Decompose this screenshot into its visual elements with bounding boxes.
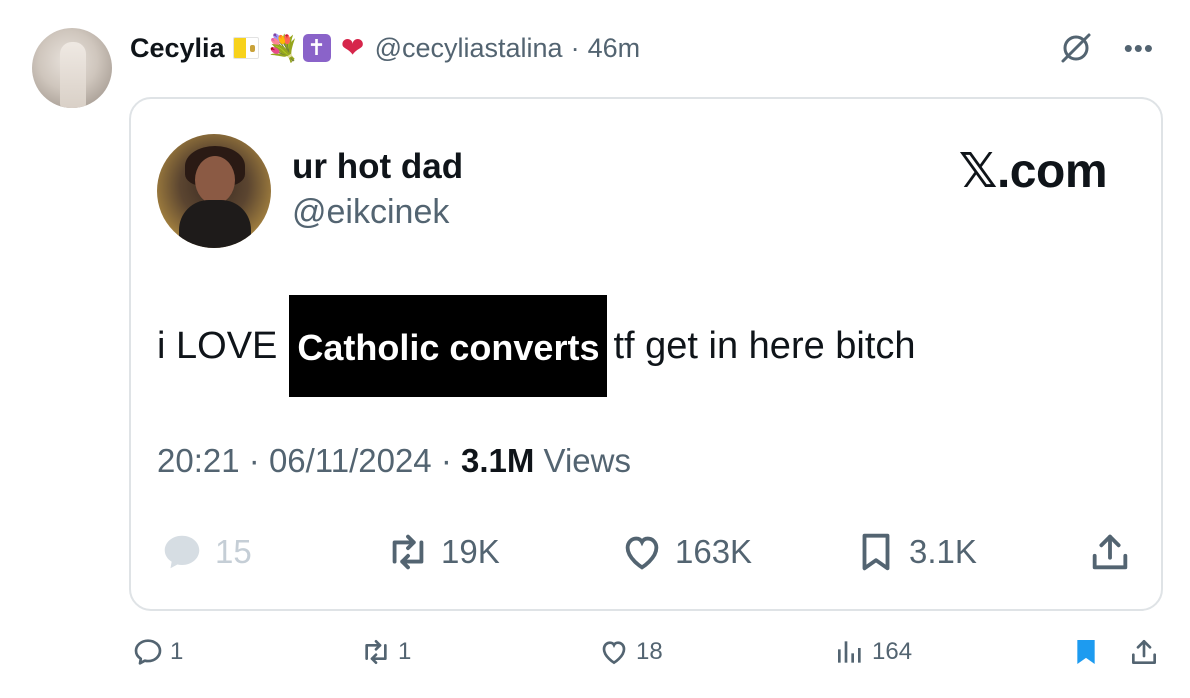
quoted-text-after: tf get in here bitch	[613, 324, 916, 367]
views-count: 164	[872, 638, 913, 665]
repost-icon	[365, 640, 387, 664]
author-handle[interactable]: @cecyliastalina	[375, 33, 563, 64]
share-button[interactable]	[1128, 636, 1160, 668]
views-button[interactable]: 164	[834, 636, 912, 668]
bookmark-icon	[862, 533, 890, 571]
quoted-action-bar: 15 19K 163K 3.1K	[157, 529, 1137, 579]
quoted-bookmark-button: 3.1K	[853, 529, 977, 575]
quoted-text-before: i LOVE	[157, 324, 278, 367]
share-icon	[1092, 534, 1128, 570]
grok-icon[interactable]	[1058, 30, 1094, 66]
x-com-logo: 𝕏.com	[958, 145, 1108, 198]
author-display-name[interactable]: Cecylia	[130, 33, 225, 64]
latin-cross-icon: ✝	[302, 34, 331, 62]
post-action-bar: 1 1 18 164	[0, 636, 1190, 678]
more-options-icon[interactable]: •••	[1124, 30, 1154, 66]
reply-button[interactable]: 1	[132, 636, 183, 668]
quoted-author-name[interactable]: ur hot dad	[292, 147, 463, 187]
repost-button[interactable]: 1	[360, 636, 411, 668]
reply-icon	[134, 639, 162, 665]
post-top-actions: •••	[1058, 30, 1154, 66]
repost-count: 1	[398, 638, 412, 665]
quoted-author-handle[interactable]: @eikcinek	[292, 193, 449, 232]
vatican-flag-icon	[232, 37, 259, 59]
bookmark-button[interactable]	[1070, 636, 1102, 668]
quoted-views-count: 3.1M	[461, 442, 535, 479]
quoted-author-avatar[interactable]	[157, 134, 271, 248]
sparkling-heart-icon: ❤	[340, 32, 365, 63]
share-icon	[1132, 640, 1156, 664]
quoted-share-button	[1087, 529, 1133, 575]
like-count: 18	[636, 638, 663, 665]
bouquet-icon: 💐	[266, 33, 299, 63]
quoted-repost-count: 19K	[441, 533, 500, 570]
author-avatar[interactable]	[32, 28, 112, 108]
quoted-reply-button: 15	[159, 529, 252, 575]
quoted-post-meta: 20:21 · 06/11/2024 · 3.1M Views	[157, 442, 631, 479]
quoted-post-card[interactable]: ur hot dad @eikcinek 𝕏.com i LOVE Cathol…	[129, 97, 1163, 611]
quoted-like-button: 163K	[619, 529, 752, 575]
separator-dot: ·	[570, 32, 580, 63]
repost-icon	[392, 534, 424, 570]
redacted-highlight: Catholic converts	[289, 295, 608, 397]
quoted-post-date: 06/11/2024	[268, 442, 432, 479]
quoted-bookmark-count: 3.1K	[909, 533, 977, 570]
bookmark-filled-icon	[1077, 640, 1095, 664]
post-header: Cecylia 💐 ✝ ❤ @cecyliastalina · 46m	[130, 28, 640, 68]
reply-count: 1	[170, 638, 184, 665]
reply-icon	[164, 535, 200, 569]
post-time-ago[interactable]: 46m	[588, 33, 641, 64]
quoted-post-text: i LOVE Catholic converts tf get in here …	[157, 295, 916, 397]
quoted-like-count: 163K	[675, 533, 753, 570]
heart-icon	[602, 641, 626, 665]
quoted-views-label: Views	[543, 442, 631, 479]
quoted-reply-count: 15	[215, 533, 252, 570]
like-button[interactable]: 18	[598, 636, 663, 668]
heart-icon	[625, 536, 659, 570]
quoted-repost-button: 19K	[385, 529, 500, 575]
analytics-icon	[838, 641, 861, 663]
quoted-post-time: 20:21	[157, 442, 240, 479]
